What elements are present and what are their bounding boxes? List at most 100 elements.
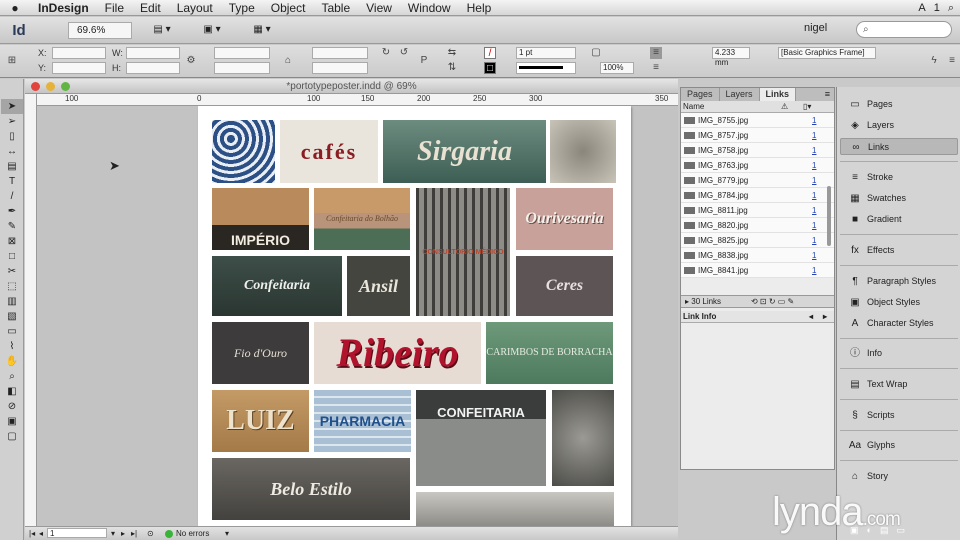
- object-style-select[interactable]: [Basic Graphics Frame]: [778, 47, 876, 59]
- constrain-proportions-icon[interactable]: ⚙: [185, 55, 197, 67]
- image-tile[interactable]: Ceres: [516, 256, 613, 316]
- link-page-number[interactable]: 1: [812, 248, 816, 263]
- apple-icon[interactable]: ●: [0, 1, 30, 15]
- zoom-tool-icon[interactable]: ⌕: [1, 369, 23, 384]
- first-page-icon[interactable]: |◂: [29, 527, 35, 540]
- page-column-icon[interactable]: ▯▾: [803, 101, 811, 113]
- link-row[interactable]: IMG_8758.jpg 1: [681, 143, 834, 158]
- document-page[interactable]: cafés Sirgaria IMPÉRIO Confeitaria do Bo…: [198, 106, 631, 526]
- type-tool-icon[interactable]: T: [1, 174, 23, 189]
- scale-x-field[interactable]: [214, 47, 270, 59]
- link-page-number[interactable]: 1: [812, 128, 816, 143]
- link-page-number[interactable]: 1: [812, 233, 816, 248]
- view-options-icon[interactable]: ▤ ▾: [142, 21, 182, 39]
- relink-icon[interactable]: ⟲ ⊡ ↻ ▭ ✎: [751, 296, 794, 308]
- link-page-number[interactable]: 1: [812, 143, 816, 158]
- link-row[interactable]: IMG_8841.jpg 1: [681, 263, 834, 278]
- rotate-cw-icon[interactable]: ↻: [380, 47, 392, 59]
- next-link-icon[interactable]: ▸: [823, 311, 827, 323]
- link-row[interactable]: IMG_8779.jpg 1: [681, 173, 834, 188]
- link-row[interactable]: IMG_8763.jpg 1: [681, 158, 834, 173]
- pencil-tool-icon[interactable]: ✎: [1, 219, 23, 234]
- dock-item-paragraph-styles[interactable]: ¶ Paragraph Styles: [840, 273, 958, 290]
- next-page-icon[interactable]: ▸: [121, 527, 125, 540]
- link-info-header[interactable]: Link Info ◂ ▸: [681, 311, 834, 323]
- image-tile[interactable]: Sirgaria: [383, 120, 546, 183]
- menu-layout[interactable]: Layout: [169, 0, 221, 16]
- link-page-number[interactable]: 1: [812, 113, 816, 128]
- arrange-documents-icon[interactable]: ▦ ▾: [242, 21, 282, 39]
- fill-stroke-icon[interactable]: ◧: [1, 384, 23, 399]
- selection-tool-icon[interactable]: ➤: [1, 99, 23, 114]
- rotation-field[interactable]: [312, 47, 368, 59]
- zoom-level-field[interactable]: 69.6%: [68, 21, 132, 39]
- p-icon[interactable]: P: [418, 55, 430, 67]
- dock-item-text-wrap[interactable]: ▤ Text Wrap: [840, 376, 958, 393]
- image-tile[interactable]: Belo Estilo: [212, 458, 410, 520]
- free-transform-tool-icon[interactable]: ⬚: [1, 279, 23, 294]
- fill-swatch-icon[interactable]: /: [484, 47, 496, 59]
- image-tile[interactable]: Confeitaria: [212, 256, 342, 316]
- image-tile[interactable]: Confeitaria do Bolhão: [314, 188, 410, 250]
- image-tile[interactable]: PHARMACIA: [314, 390, 411, 452]
- content-collector-icon[interactable]: ▤: [1, 159, 23, 174]
- note-tool-icon[interactable]: ▭: [1, 324, 23, 339]
- horizontal-ruler[interactable]: 100 0 100 150 200 250 300 350: [37, 94, 678, 106]
- search-input[interactable]: ⌕: [856, 21, 952, 38]
- image-tile[interactable]: LUIZ: [212, 390, 309, 452]
- lightning-icon[interactable]: ϟ: [928, 55, 940, 67]
- x-field[interactable]: [52, 47, 106, 59]
- flip-vertical-icon[interactable]: ⇅: [446, 62, 458, 74]
- dock-item-pages[interactable]: ▭ Pages: [840, 96, 958, 113]
- screen-mode-icon[interactable]: ▣ ▾: [192, 21, 232, 39]
- link-row[interactable]: IMG_8838.jpg 1: [681, 248, 834, 263]
- pen-tool-icon[interactable]: ✒: [1, 204, 23, 219]
- image-tile[interactable]: CONFEITARIA: [416, 390, 546, 486]
- rectangle-tool-icon[interactable]: □: [1, 249, 23, 264]
- image-tile[interactable]: cafés: [280, 120, 378, 183]
- image-tile[interactable]: CONSULTÓRIO MÉDICO: [416, 188, 510, 316]
- close-window-icon[interactable]: [31, 82, 40, 91]
- scissors-tool-icon[interactable]: ✂: [1, 264, 23, 279]
- align-center-icon[interactable]: ≡: [650, 62, 662, 74]
- image-tile[interactable]: Ansil: [347, 256, 410, 316]
- spotlight-icon[interactable]: ⌕: [948, 2, 954, 15]
- align-left-icon[interactable]: ≡: [650, 47, 662, 59]
- direct-selection-tool-icon[interactable]: ➢: [1, 114, 23, 129]
- tab-pages[interactable]: Pages: [681, 88, 720, 101]
- dock-item-stroke[interactable]: ≡ Stroke: [840, 169, 958, 186]
- dock-item-glyphs[interactable]: Aa Glyphs: [840, 437, 958, 454]
- dock-item-swatches[interactable]: ▦ Swatches: [840, 190, 958, 207]
- menu-file[interactable]: File: [97, 0, 132, 16]
- link-page-number[interactable]: 1: [812, 263, 816, 278]
- dock-item-gradient[interactable]: ■ Gradient: [840, 211, 958, 228]
- image-tile[interactable]: [416, 492, 614, 526]
- menu-view[interactable]: View: [358, 0, 400, 16]
- stroke-swatch-icon[interactable]: □: [484, 62, 496, 74]
- menu-app[interactable]: InDesign: [30, 0, 97, 16]
- eyedropper-tool-icon[interactable]: ⌇: [1, 339, 23, 354]
- line-tool-icon[interactable]: /: [1, 189, 23, 204]
- panel-menu-icon[interactable]: ≡: [825, 88, 834, 101]
- link-page-number[interactable]: 1: [812, 173, 816, 188]
- previous-page-icon[interactable]: ◂: [39, 527, 43, 540]
- frame-fitting-icon[interactable]: ▢: [590, 47, 602, 59]
- rotate-ccw-icon[interactable]: ↺: [398, 47, 410, 59]
- reference-point-icon[interactable]: ⊞: [6, 55, 18, 67]
- links-scrollbar[interactable]: [825, 126, 833, 286]
- flip-horizontal-icon[interactable]: ⇆: [446, 47, 458, 59]
- link-page-number[interactable]: 1: [812, 218, 816, 233]
- tab-layers[interactable]: Layers: [720, 88, 760, 101]
- previous-link-icon[interactable]: ◂: [809, 311, 813, 323]
- scrollbar-thumb[interactable]: [827, 186, 831, 246]
- dock-item-object-styles[interactable]: ▣ Object Styles: [840, 294, 958, 311]
- missing-column-icon[interactable]: ⚠: [781, 101, 788, 113]
- dimension-field[interactable]: 4.233 mm: [712, 47, 750, 67]
- menu-edit[interactable]: Edit: [132, 0, 169, 16]
- h-field[interactable]: [126, 62, 180, 74]
- vertical-ruler[interactable]: [25, 94, 37, 526]
- page-tool-icon[interactable]: ▯: [1, 129, 23, 144]
- y-field[interactable]: [52, 62, 106, 74]
- zoom-window-icon[interactable]: [61, 82, 70, 91]
- lock-icon[interactable]: ⌂: [282, 55, 294, 67]
